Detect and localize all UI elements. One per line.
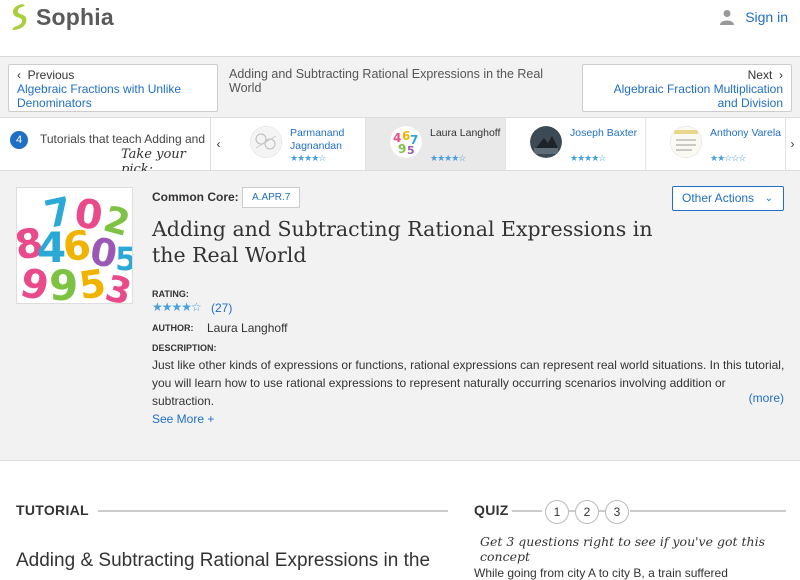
tutorial-count-badge: 4 (10, 131, 28, 149)
quiz-question-3[interactable]: 3 (605, 500, 629, 524)
signin-link[interactable]: Sign in (719, 9, 788, 25)
avatar (670, 126, 702, 158)
colorful-numbers-image: 7 0 2 8 4 6 0 5 9 9 5 3 (17, 188, 132, 304)
author-name: Laura Langhoff (207, 321, 288, 335)
signin-label: Sign in (745, 9, 788, 25)
quiz-section-label: QUIZ (474, 502, 509, 518)
tutorial-author-name: Laura Langhoff (430, 127, 501, 139)
common-core-label: Common Core: (152, 190, 239, 204)
page-title: Adding and Subtracting Rational Expressi… (152, 217, 653, 267)
tutorial-intro-text: Tutorials that teach Adding and (40, 132, 205, 146)
avatar: 4 6 7 9 5 (390, 126, 422, 158)
star-rating: ★★☆☆☆ (710, 153, 746, 163)
description-label: DESCRIPTION: (152, 343, 217, 353)
quiz-prompt: Get 3 questions right to see if you've g… (480, 534, 765, 564)
chevron-left-icon: ‹ (17, 68, 21, 82)
tutorial-card-anthony[interactable]: Anthony Varela ★★☆☆☆ (646, 118, 786, 170)
star-rating[interactable]: ★★★★☆ (152, 300, 202, 314)
tutorial-detail-panel: 7 0 2 8 4 6 0 5 9 9 5 3 Common Core: A.A… (0, 171, 800, 461)
other-actions-dropdown[interactable]: Other Actions ⌄ (672, 186, 784, 211)
brand-name: Sophia (36, 3, 114, 30)
next-tutorial-button[interactable]: Next › Algebraic Fraction Multiplication… (582, 64, 792, 112)
section-divider (98, 510, 448, 512)
avatar (530, 126, 562, 158)
tutorial-thumbnail: 7 0 2 8 4 6 0 5 9 9 5 3 (16, 187, 133, 304)
previous-tutorial-button[interactable]: ‹ Previous Algebraic Fractions with Unli… (8, 64, 218, 112)
previous-title: Algebraic Fractions with Unlike Denomina… (17, 82, 182, 110)
tutorial-heading: Adding & Subtracting Rational Expression… (16, 550, 431, 571)
rating-label: RATING: (152, 289, 189, 299)
tutorial-section-label: TUTORIAL (16, 502, 89, 518)
chevron-right-icon: › (779, 68, 783, 82)
tutorial-author-name: Anthony Varela (710, 127, 782, 139)
author-label: AUTHOR: (152, 323, 194, 333)
user-icon (720, 10, 735, 25)
sophia-logo-icon (12, 4, 27, 30)
section-divider (512, 510, 542, 512)
avatar (250, 126, 282, 158)
star-rating: ★★★★☆ (290, 153, 326, 163)
current-tutorial-title: Adding and Subtracting Rational Expressi… (229, 67, 544, 95)
quiz-question-2[interactable]: 2 (575, 500, 599, 524)
star-rating: ★★★★☆ (430, 153, 466, 163)
carousel-prev-arrow[interactable]: ‹ (211, 118, 226, 170)
sophia-logo[interactable]: Sophia (9, 3, 114, 31)
description-text: Just like other kinds of expressions or … (152, 358, 785, 408)
svg-text:9: 9 (398, 142, 406, 156)
tutorial-author-name: Joseph Baxter (570, 127, 638, 139)
tutorial-card-joseph[interactable]: Joseph Baxter ★★★★☆ (506, 118, 646, 170)
content-section: TUTORIAL Adding & Subtracting Rational E… (0, 462, 800, 580)
next-title: Algebraic Fraction Multiplication and Di… (613, 82, 783, 110)
rating-count[interactable]: (27) (211, 301, 232, 315)
chevron-down-icon: ⌄ (764, 193, 773, 204)
tutorial-card-laura[interactable]: 4 6 7 9 5 Laura Langhoff ★★★★☆ (366, 118, 506, 170)
quiz-question-text: While going from city A to city B, a tra… (474, 566, 728, 580)
section-divider (630, 510, 786, 512)
svg-text:9: 9 (49, 261, 78, 304)
next-label: Next (747, 68, 773, 82)
carousel-next-arrow[interactable]: › (785, 118, 800, 170)
other-actions-label: Other Actions (682, 191, 755, 205)
tutorial-author-name: Parmanand Jagnandan (290, 127, 345, 152)
svg-text:5: 5 (407, 144, 415, 157)
tutorial-nav-bar: ‹ Previous Algebraic Fractions with Unli… (0, 57, 800, 118)
tutorial-card-parmanand[interactable]: Parmanand Jagnandan ★★★★☆ (226, 118, 366, 170)
tutorial-picker: 4 Tutorials that teach Adding and Take y… (0, 118, 800, 177)
site-header: Sophia Sign in (0, 0, 800, 57)
star-rating: ★★★★☆ (570, 153, 606, 163)
common-core-badge[interactable]: A.APR.7 (242, 187, 301, 208)
quiz-question-1[interactable]: 1 (545, 500, 569, 524)
tutorial-picker-intro: 4 Tutorials that teach Adding and Take y… (0, 118, 211, 177)
see-more-link[interactable]: See More + (152, 412, 214, 426)
previous-label: Previous (27, 68, 75, 82)
more-link[interactable]: (more) (749, 391, 784, 405)
